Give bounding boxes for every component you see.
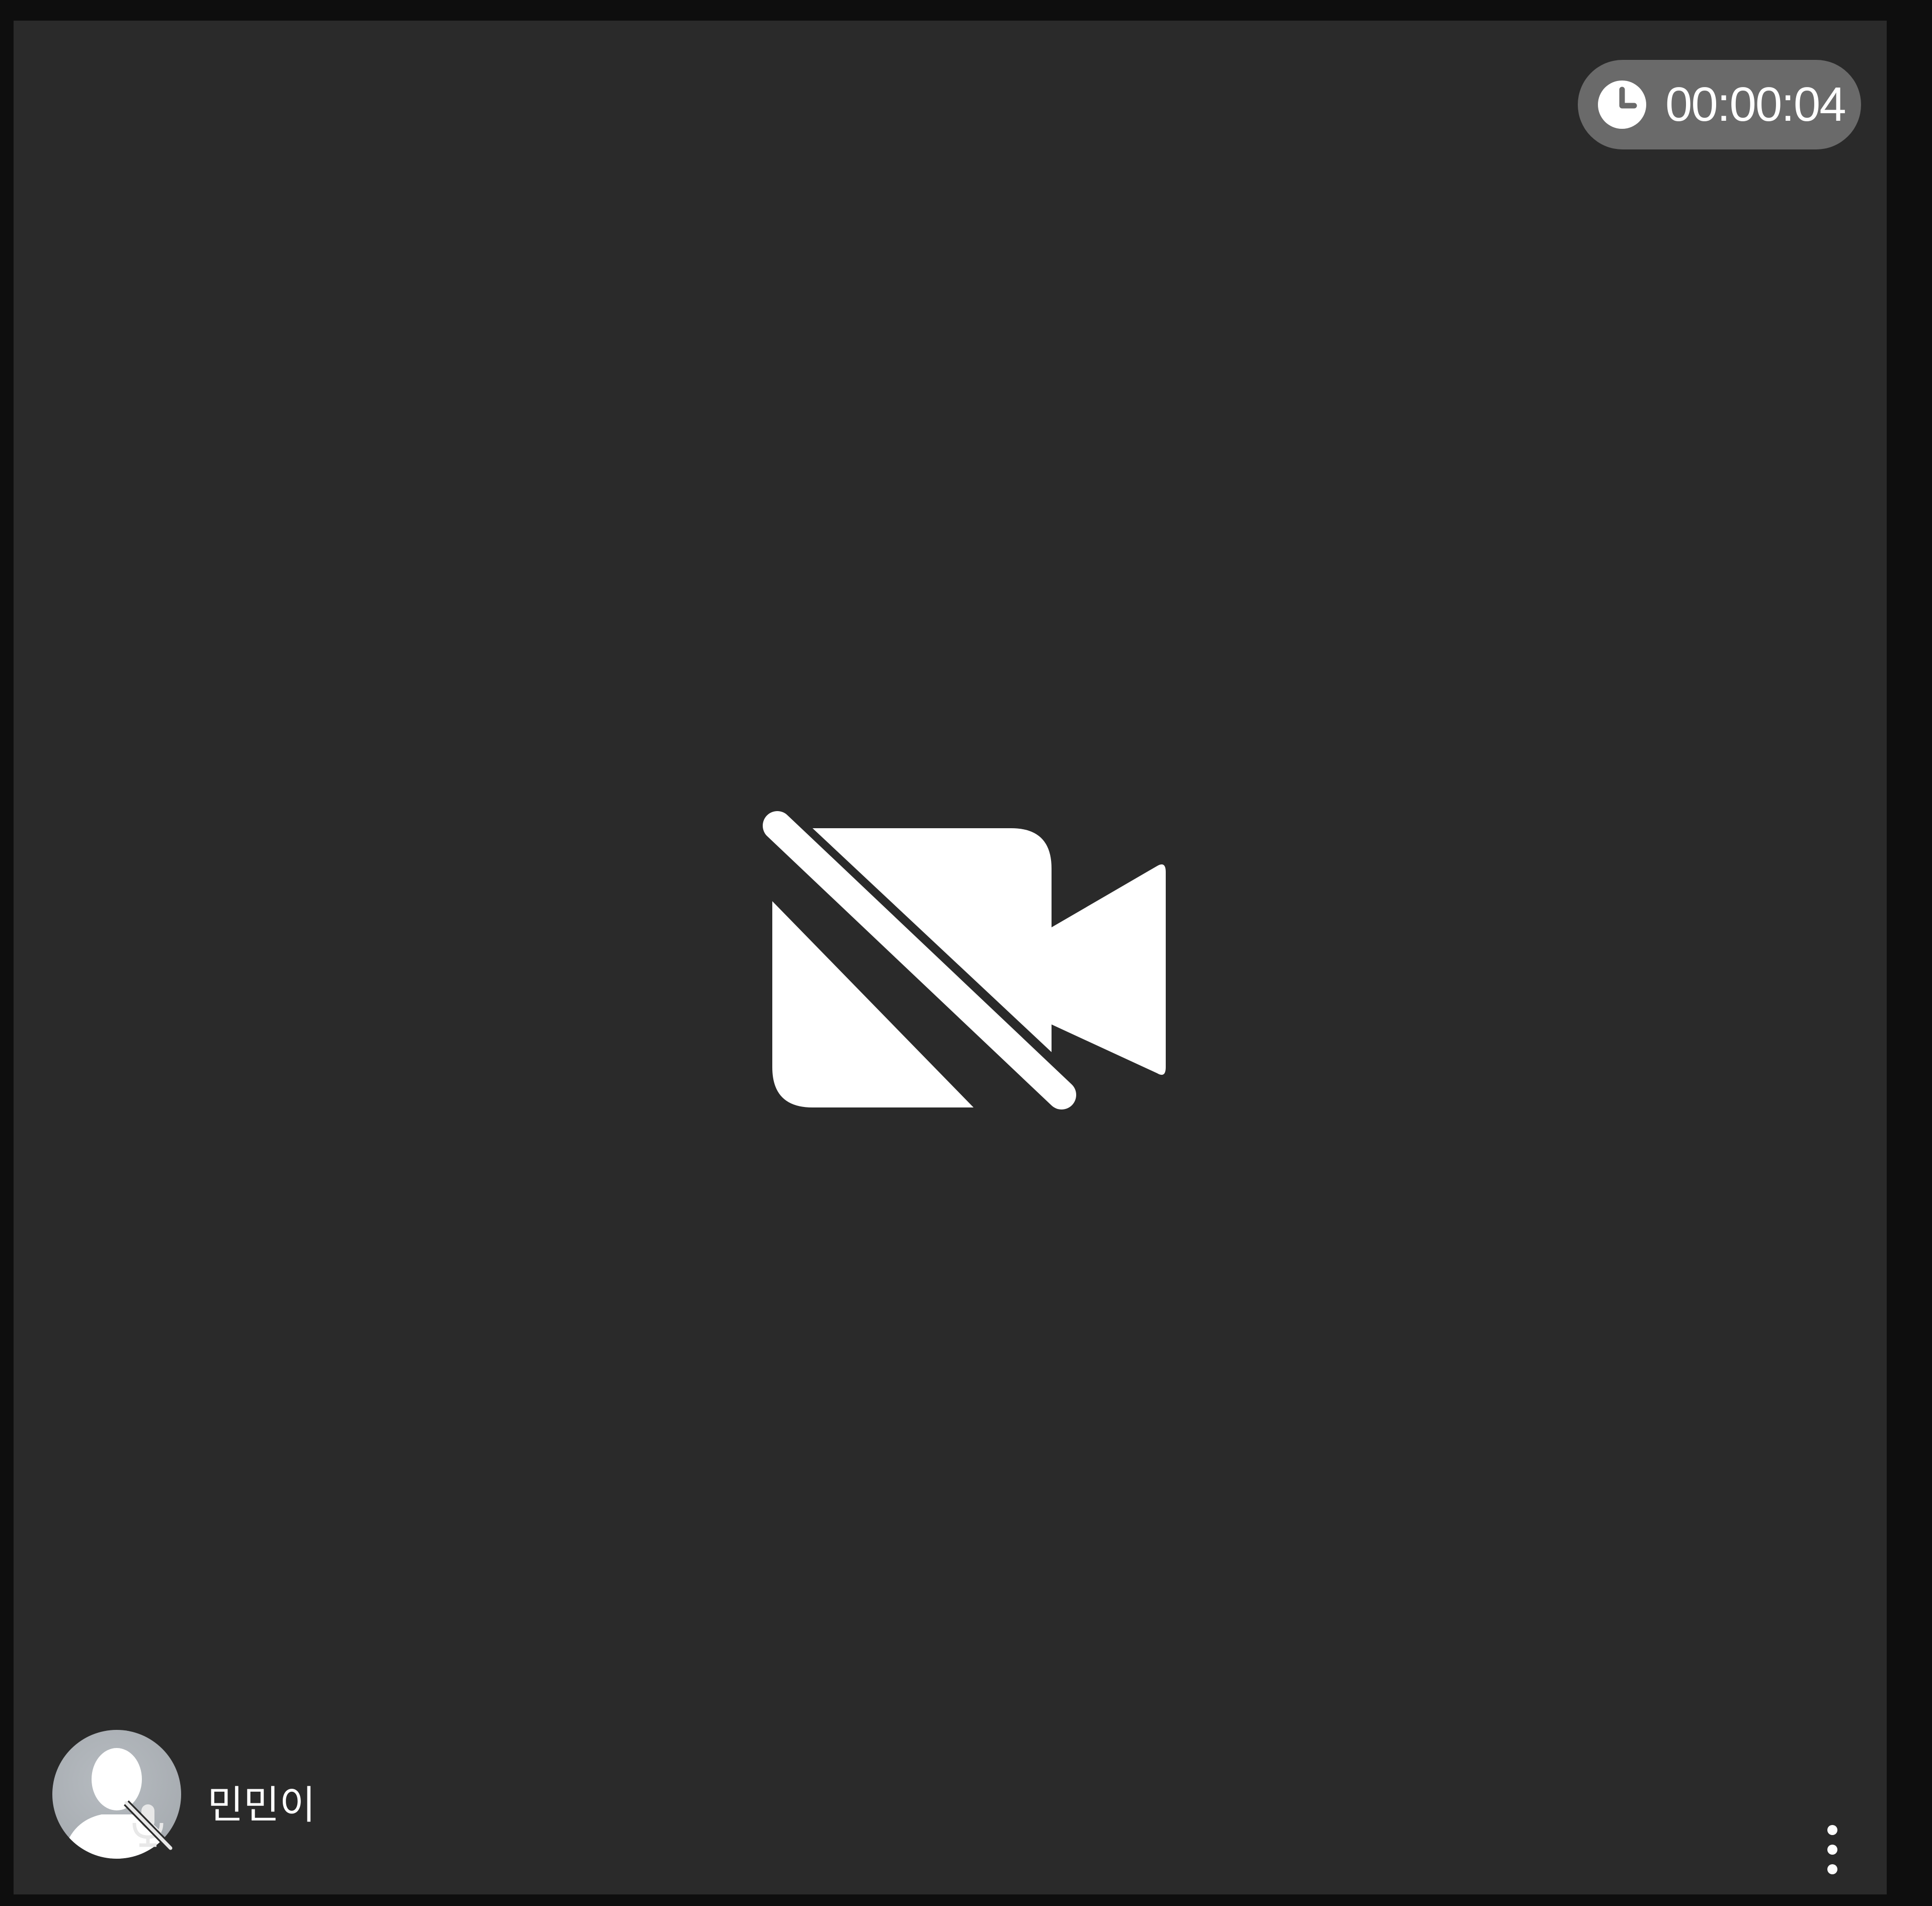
call-elapsed-time: 00:00:04 [1665,77,1846,131]
call-timer: 00:00:04 [1578,60,1861,149]
clock-icon [1598,81,1646,129]
video-tile[interactable]: 00:00:04 민민이 [14,21,1887,1894]
more-options-button[interactable] [1815,1822,1850,1877]
video-off-icon [763,811,1166,1109]
more-vertical-icon [1827,1825,1837,1874]
mic-off-icon [123,1800,174,1851]
participant-name: 민민이 [207,1783,316,1828]
